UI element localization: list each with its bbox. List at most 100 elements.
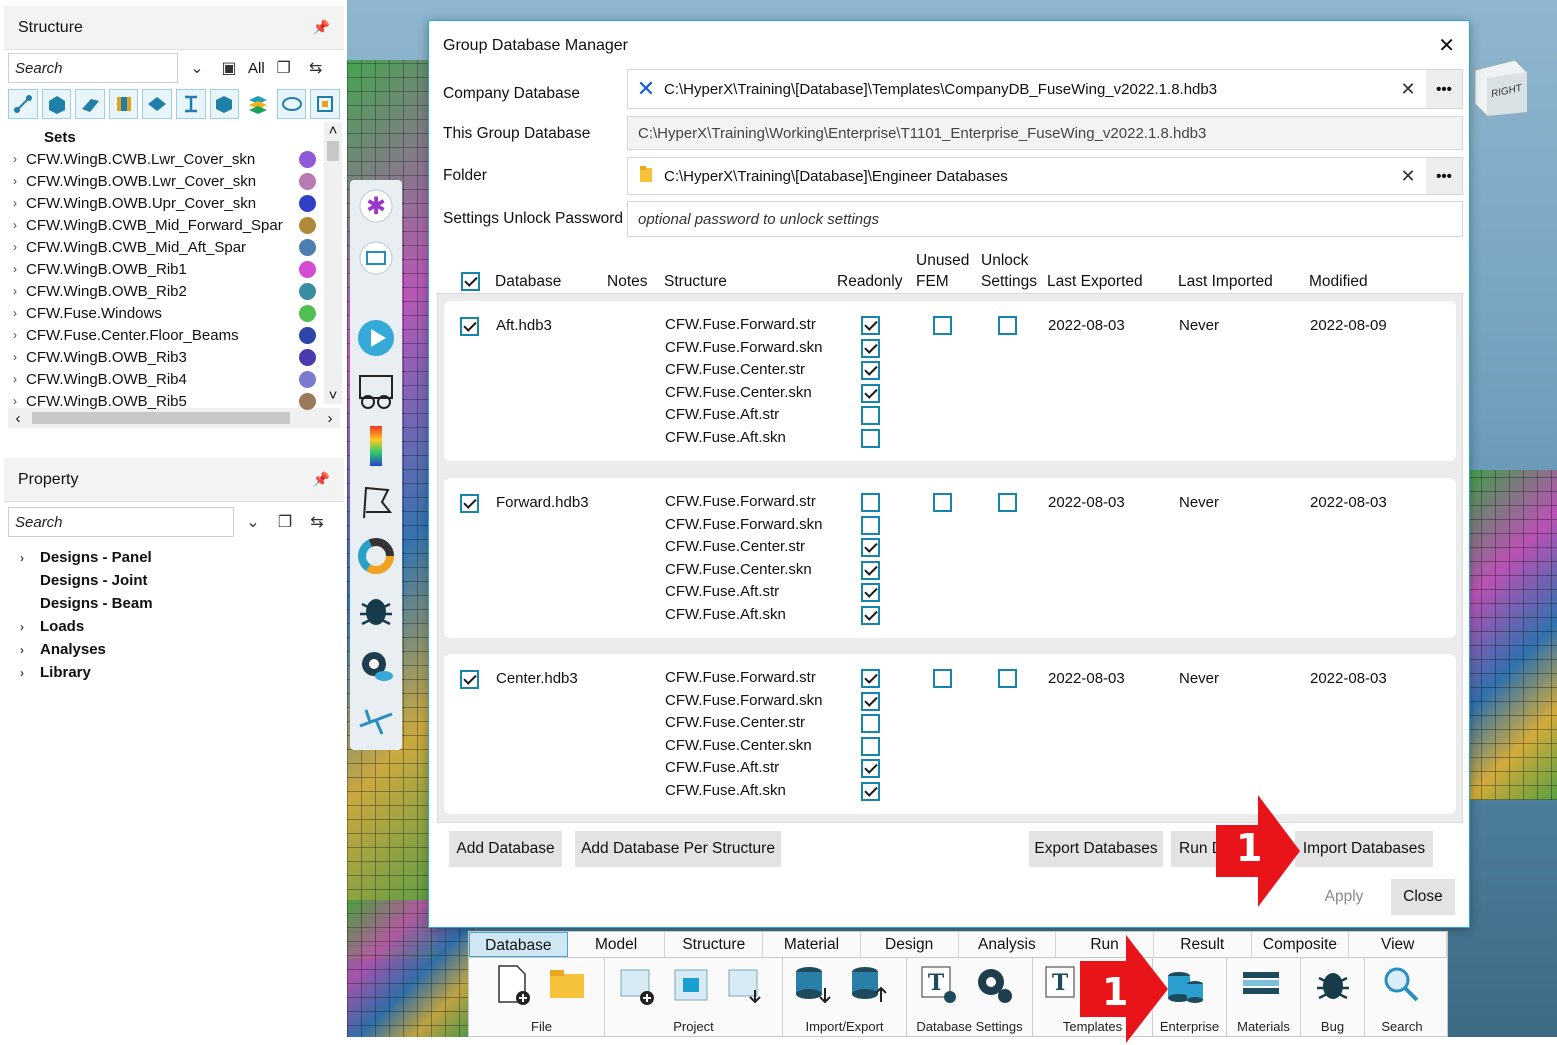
readonly-checkbox[interactable] xyxy=(861,560,880,580)
tree-row[interactable]: › CFW.Fuse.Center.Floor_Beams xyxy=(4,324,344,346)
color-swatch[interactable] xyxy=(299,282,316,300)
database-row[interactable]: Forward.hdb3 CFW.Fuse.Forward.str CFW.Fuse… xyxy=(444,478,1456,638)
tree-row[interactable]: › CFW.WingB.OWB_Rib2 xyxy=(4,280,344,302)
tree-row[interactable]: › CFW.WingB.OWB.Upr_Cover_skn xyxy=(4,192,344,214)
col-last-exported[interactable]: Last Exported xyxy=(1047,271,1143,292)
chevron-right-icon[interactable]: › xyxy=(4,372,26,386)
tab-analysis[interactable]: Analysis xyxy=(959,932,1057,957)
readonly-checkbox[interactable] xyxy=(861,316,880,335)
chevron-right-icon[interactable]: › xyxy=(4,350,26,364)
tree-row[interactable]: Designs - Joint xyxy=(4,569,344,592)
tree-row[interactable]: › CFW.WingB.OWB_Rib4 xyxy=(4,368,344,390)
chevron-right-icon[interactable]: › xyxy=(4,643,40,657)
chevron-down-icon[interactable]: ⌄ xyxy=(240,509,266,535)
scroll-thumb[interactable] xyxy=(327,141,339,161)
tab-model[interactable]: Model xyxy=(568,932,666,957)
airplane-icon[interactable] xyxy=(356,700,396,740)
tree-row[interactable]: › CFW.WingB.CWB.Lwr_Cover_skn xyxy=(4,148,344,170)
tree-row[interactable]: › CFW.WingB.CWB_Mid_Forward_Spar xyxy=(4,214,344,236)
swap-icon[interactable]: ⇆ xyxy=(303,55,329,81)
materials-icon[interactable] xyxy=(1241,964,1281,1006)
tree-row[interactable]: › CFW.WingB.OWB.Lwr_Cover_skn xyxy=(4,170,344,192)
view-cube[interactable]: RIGHT xyxy=(1465,50,1535,120)
project-import-icon[interactable] xyxy=(725,964,765,1006)
color-swatch[interactable] xyxy=(299,238,316,256)
assembly-icon[interactable] xyxy=(310,89,340,119)
chevron-right-icon[interactable]: › xyxy=(4,218,26,232)
flag-icon[interactable] xyxy=(356,482,396,522)
readonly-checkbox[interactable] xyxy=(861,714,880,733)
enterprise-database-icon[interactable] xyxy=(1165,964,1205,1006)
asterisk-icon[interactable]: ✱ xyxy=(356,186,396,226)
more-options-button[interactable]: ••• xyxy=(1426,158,1462,194)
readonly-checkbox[interactable] xyxy=(861,538,880,557)
tab-database[interactable]: Database xyxy=(469,932,568,957)
scroll-thumb[interactable] xyxy=(32,412,290,424)
dialog-close-icon[interactable]: ✕ xyxy=(1438,33,1455,58)
unlock-settings-checkbox[interactable] xyxy=(998,669,1017,688)
color-swatch[interactable] xyxy=(299,150,316,168)
shell-icon[interactable] xyxy=(75,89,105,119)
tab-view[interactable]: View xyxy=(1349,932,1448,957)
chevron-right-icon[interactable]: › xyxy=(4,284,26,298)
chevron-right-icon[interactable]: › xyxy=(4,666,40,680)
search-icon[interactable] xyxy=(1381,964,1421,1006)
rectangle-select-icon[interactable] xyxy=(356,238,396,278)
open-folder-icon[interactable] xyxy=(547,964,587,1006)
readonly-checkbox[interactable] xyxy=(861,583,880,602)
tree-row[interactable]: Sets xyxy=(4,126,344,148)
row-select-checkbox[interactable] xyxy=(460,670,479,689)
password-input[interactable]: optional password to unlock settings xyxy=(627,201,1463,237)
col-last-imported[interactable]: Last Imported xyxy=(1178,271,1273,292)
plate-icon[interactable] xyxy=(142,89,172,119)
templates-icon[interactable]: T xyxy=(1043,964,1083,1006)
clear-icon[interactable]: ✕ xyxy=(1390,79,1426,100)
export-databases-button[interactable]: Export Databases xyxy=(1029,831,1163,867)
text-settings-icon[interactable]: T xyxy=(919,964,959,1006)
chevron-right-icon[interactable]: › xyxy=(4,262,26,276)
close-button[interactable]: Close xyxy=(1391,879,1455,915)
color-swatch[interactable] xyxy=(299,194,316,212)
chevron-right-icon[interactable]: › xyxy=(4,174,26,188)
tab-design[interactable]: Design xyxy=(861,932,959,957)
color-swatch[interactable] xyxy=(299,370,316,388)
tree-row[interactable]: › CFW.WingB.CWB_Mid_Aft_Spar xyxy=(4,236,344,258)
chevron-right-icon[interactable]: › xyxy=(4,328,26,342)
beam-icon[interactable] xyxy=(108,89,139,119)
color-swatch[interactable] xyxy=(299,172,316,190)
chevron-right-icon[interactable]: › xyxy=(4,620,40,634)
node-icon[interactable] xyxy=(8,89,38,119)
pin-icon[interactable]: 📌 xyxy=(313,19,330,36)
tree-row[interactable]: › Designs - Panel xyxy=(4,546,344,569)
readonly-checkbox[interactable] xyxy=(861,781,880,801)
col-readonly[interactable]: Readonly xyxy=(837,271,903,292)
readonly-checkbox[interactable] xyxy=(861,338,880,358)
scroll-up-icon[interactable]: ˄ xyxy=(324,122,342,139)
readonly-checkbox[interactable] xyxy=(861,383,880,403)
unused-fem-checkbox[interactable] xyxy=(933,316,952,335)
apply-button[interactable]: Apply xyxy=(1309,879,1379,915)
tab-composite[interactable]: Composite xyxy=(1252,932,1350,957)
vertical-scrollbar[interactable]: ˄ ˅ xyxy=(324,122,342,404)
color-scale-icon[interactable] xyxy=(356,426,396,466)
readonly-checkbox[interactable] xyxy=(861,428,880,448)
scroll-left-icon[interactable]: ‹ xyxy=(8,410,28,427)
chevron-right-icon[interactable]: › xyxy=(4,196,26,210)
database-export-icon[interactable] xyxy=(849,964,889,1006)
pin-icon[interactable]: 📌 xyxy=(313,471,330,488)
tree-row[interactable]: › CFW.WingB.OWB_Rib1 xyxy=(4,258,344,280)
col-unlock-settings[interactable]: Unlock Settings xyxy=(981,250,1037,292)
select-all-checkbox[interactable] xyxy=(461,272,480,291)
readonly-checkbox[interactable] xyxy=(861,605,880,625)
database-row[interactable]: Aft.hdb3 CFW.Fuse.Forward.str CFW.Fuse.For… xyxy=(444,301,1456,461)
folder-field[interactable]: C:\HyperX\Training\[Database]\Engineer D… xyxy=(627,157,1463,195)
database-row[interactable]: Center.hdb3 CFW.Fuse.Forward.str CFW.Fuse.… xyxy=(444,654,1456,814)
add-database-button[interactable]: Add Database xyxy=(449,831,562,867)
cube-filter-icon[interactable]: ▣ xyxy=(216,55,242,81)
layers-icon[interactable] xyxy=(243,89,273,119)
window-restore-icon[interactable]: ❐ xyxy=(271,55,297,81)
chevron-right-icon[interactable]: › xyxy=(4,152,26,166)
solid-icon[interactable] xyxy=(41,89,72,119)
ibeam-icon[interactable] xyxy=(175,89,206,119)
readonly-checkbox[interactable] xyxy=(861,691,880,711)
